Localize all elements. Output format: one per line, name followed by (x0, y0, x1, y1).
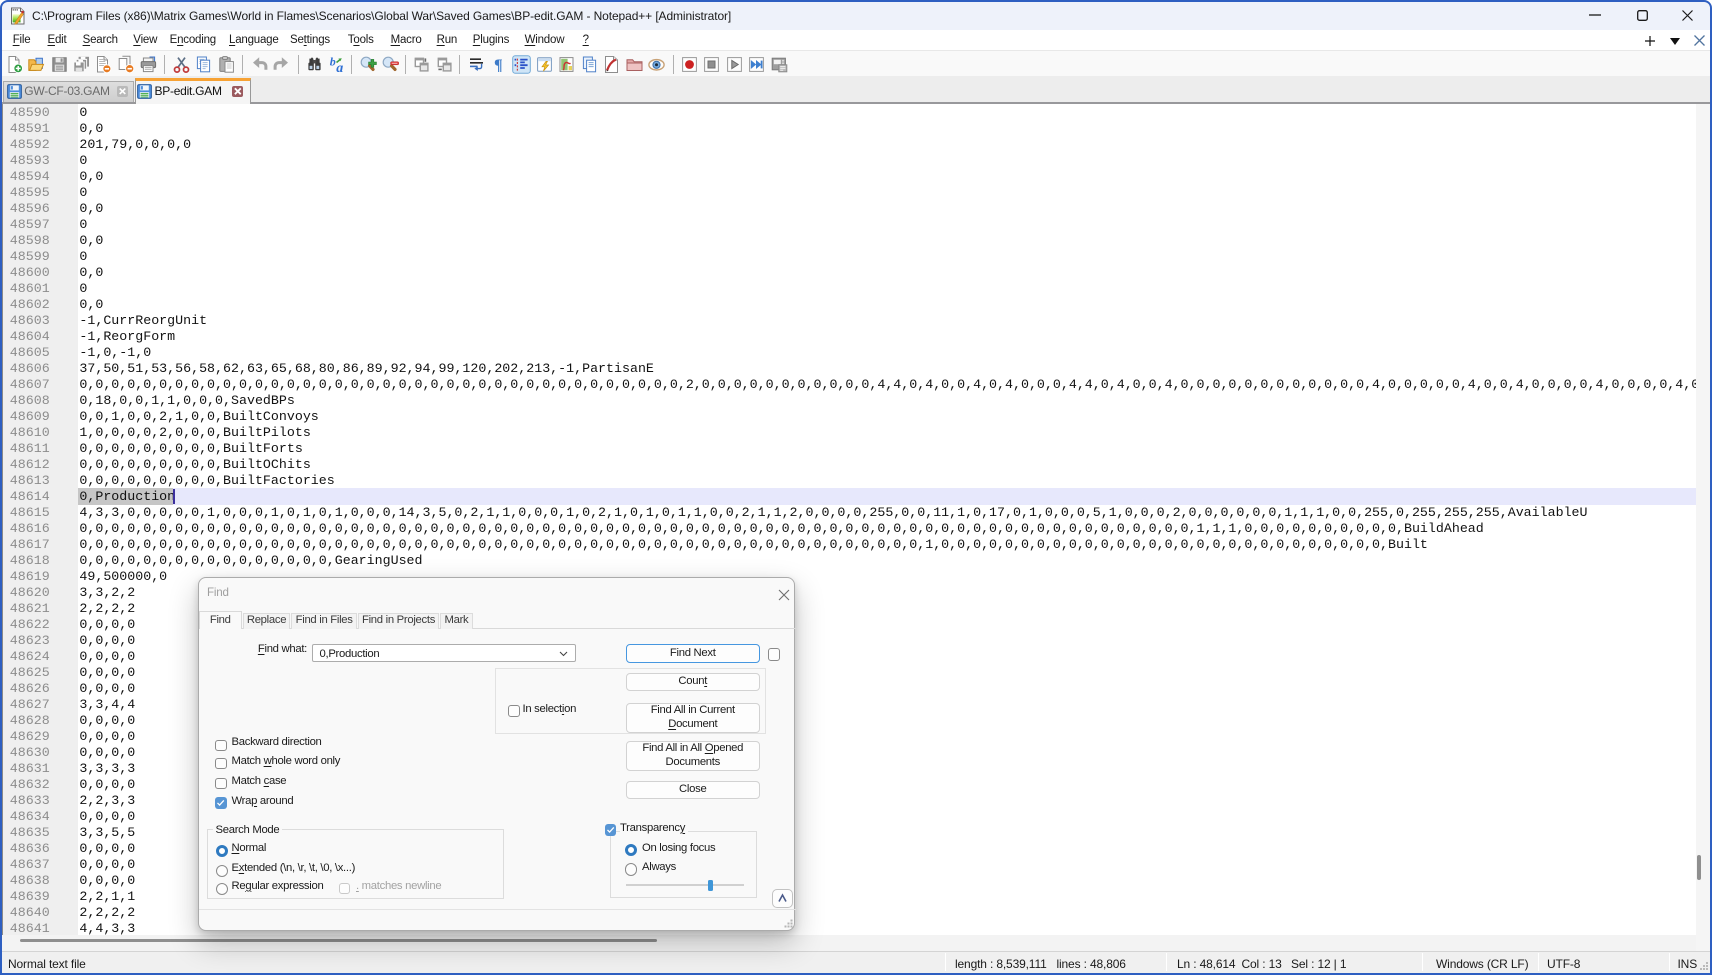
svg-text:a: a (336, 61, 343, 74)
svg-text:b: b (329, 55, 335, 69)
svg-text:¶: ¶ (494, 57, 503, 74)
